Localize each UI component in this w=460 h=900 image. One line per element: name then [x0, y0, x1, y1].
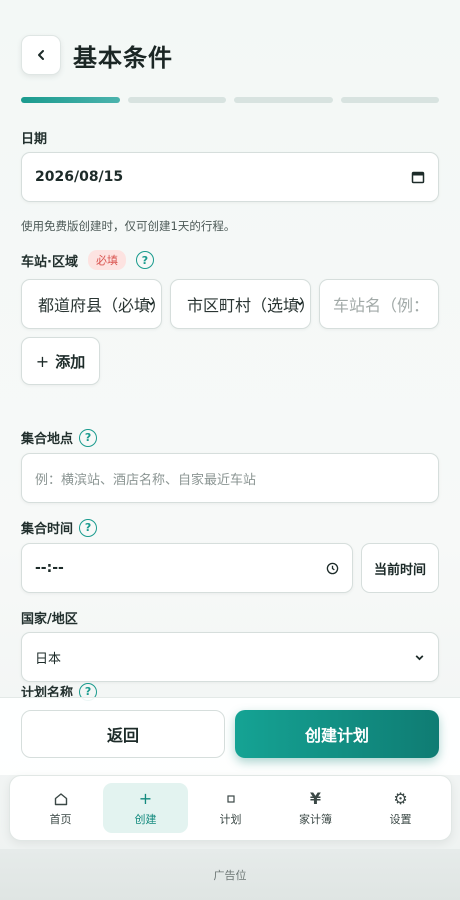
- gear-icon: ⚙: [393, 788, 408, 808]
- tab-home[interactable]: 首页: [18, 783, 103, 833]
- tab-settings[interactable]: ⚙ 设置: [358, 783, 443, 833]
- city-select-value: 市区町村（选填）: [187, 296, 311, 315]
- add-button-label: 添加: [55, 352, 86, 371]
- date-label: 日期: [21, 128, 47, 147]
- tab-plans-label: 计划: [219, 812, 242, 826]
- page-title: 基本条件: [73, 44, 173, 72]
- station-label-text: 车站·区域: [21, 254, 78, 270]
- tab-home-label: 首页: [49, 812, 72, 826]
- tab-budget[interactable]: ¥ 家计簿: [273, 783, 358, 833]
- help-icon[interactable]: ?: [135, 251, 154, 269]
- meeting-time-input[interactable]: --:--: [21, 543, 353, 593]
- clock-icon[interactable]: [326, 562, 339, 575]
- create-plan-button[interactable]: 创建计划: [235, 710, 439, 758]
- progress-step-2: [127, 97, 226, 103]
- calendar-icon[interactable]: [411, 170, 425, 184]
- meeting-time-label-text: 集合时间: [21, 522, 74, 537]
- tab-create-label: 创建: [134, 812, 157, 826]
- help-icon[interactable]: ?: [79, 428, 98, 447]
- city-select[interactable]: 市区町村（选填）: [170, 279, 311, 329]
- ad-slot: 广告位: [0, 849, 460, 900]
- meeting-time-value: --:--: [35, 560, 64, 576]
- back-button[interactable]: [21, 35, 61, 75]
- plus-icon: +: [138, 788, 153, 808]
- add-station-button[interactable]: + 添加: [21, 337, 100, 385]
- date-input[interactable]: 2026/08/15: [21, 152, 439, 202]
- chevron-down-icon: [296, 300, 304, 306]
- action-bar: 返回 创建计划: [0, 697, 460, 775]
- meeting-place-label: 集合地点 ?: [21, 428, 98, 447]
- date-value: 2026/08/15: [35, 169, 124, 185]
- free-plan-hint: 使用免费版创建时，仅可创建1天的行程。: [21, 219, 236, 233]
- prefecture-select-value: 都道府县（必填）: [38, 296, 162, 315]
- tab-create[interactable]: + 创建: [103, 783, 188, 833]
- meeting-place-placeholder: 例：横滨站、酒店名称、自家最近车站: [35, 472, 257, 488]
- chevron-left-icon: [38, 50, 44, 60]
- meeting-place-input[interactable]: 例：横滨站、酒店名称、自家最近车站: [21, 453, 439, 503]
- progress-step-3: [234, 97, 333, 103]
- station-label: 车站·区域 必填 ?: [21, 250, 154, 270]
- step-progress: [21, 97, 439, 103]
- tab-settings-label: 设置: [389, 812, 412, 826]
- meeting-place-label-text: 集合地点: [21, 432, 74, 447]
- country-label-text: 国家/地区: [21, 612, 78, 627]
- station-name-placeholder: 车站名（例：: [333, 296, 430, 315]
- current-time-button[interactable]: 当前时间: [361, 543, 439, 593]
- help-icon[interactable]: ?: [79, 518, 98, 537]
- return-button[interactable]: 返回: [21, 710, 225, 758]
- chevron-down-icon: [147, 300, 155, 306]
- chevron-down-icon: [414, 652, 425, 663]
- app-root: 基本条件 日期 2026/08/15 使用免费版创建时，仅可创建1天的行程。 车…: [0, 0, 460, 900]
- progress-step-1: [21, 97, 120, 103]
- required-badge: 必填: [87, 250, 126, 270]
- date-label-text: 日期: [21, 132, 48, 147]
- tab-budget-label: 家计簿: [299, 812, 332, 826]
- plus-icon: +: [35, 351, 50, 371]
- country-select-value: 日本: [35, 651, 62, 667]
- country-label: 国家/地区: [21, 608, 78, 627]
- home-icon: [53, 790, 69, 808]
- country-select[interactable]: 日本: [21, 632, 439, 682]
- meeting-time-label: 集合时间 ?: [21, 518, 98, 537]
- prefecture-select[interactable]: 都道府县（必填）: [21, 279, 162, 329]
- bottom-tab-bar: 首页 + 创建 计划 ¥ 家计簿 ⚙ 设置: [9, 775, 452, 841]
- yen-icon: ¥: [309, 788, 322, 808]
- square-icon: [223, 790, 239, 808]
- progress-step-4: [340, 97, 439, 103]
- tab-plans[interactable]: 计划: [188, 783, 273, 833]
- station-name-input[interactable]: 车站名（例：: [319, 279, 439, 329]
